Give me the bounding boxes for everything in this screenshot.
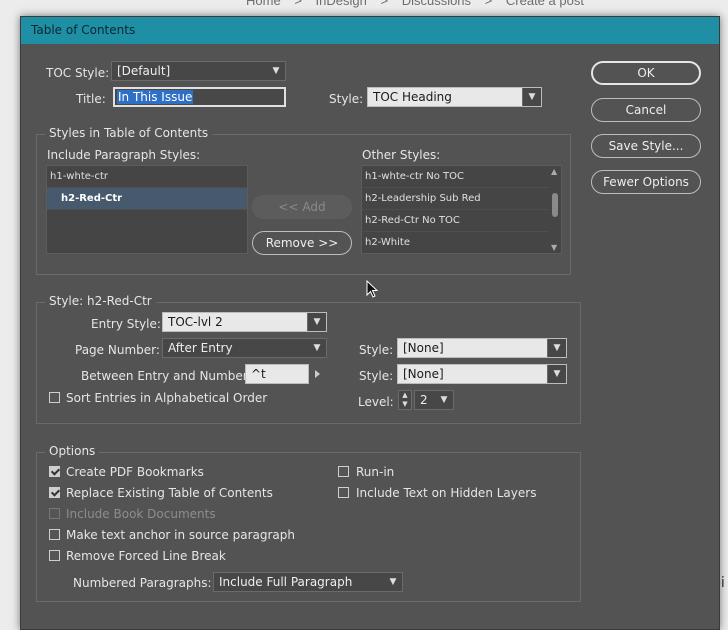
toc-style-value: [Default] (117, 64, 171, 78)
page-number-select[interactable]: After Entry ▼ (162, 338, 327, 358)
include-hidden-layers-label: Include Text on Hidden Layers (356, 486, 537, 500)
breadcrumb-indesign[interactable]: InDesign (316, 0, 367, 8)
style-group-title: Style: h2-Red-Ctr (45, 294, 156, 308)
list-item[interactable]: h1-whte-ctr (47, 166, 247, 188)
remove-button[interactable]: Remove >> (252, 231, 352, 255)
title-label: Title: (76, 92, 106, 106)
entry-style-label: Entry Style: (91, 317, 161, 331)
scroll-up-icon[interactable]: ▲ (551, 167, 557, 176)
list-item[interactable]: h2-Leadership Sub Red (362, 188, 561, 210)
entry-style-select[interactable]: TOC-lvl 2 ▼ (162, 312, 327, 332)
cancel-button[interactable]: Cancel (591, 98, 701, 122)
create-pdf-bookmarks-label: Create PDF Bookmarks (66, 465, 204, 479)
replace-existing-label: Replace Existing Table of Contents (66, 486, 273, 500)
between-style-label: Style: (359, 369, 394, 383)
between-entry-field[interactable]: ^t (245, 364, 309, 384)
page-number-style-value: [None] (403, 341, 444, 355)
level-select[interactable]: 2 ▼ (414, 390, 454, 410)
other-styles-list[interactable]: h1-whte-ctr No TOC h2-Leadership Sub Red… (361, 165, 562, 254)
between-style-value: [None] (403, 367, 444, 381)
add-button[interactable]: << Add (252, 195, 352, 219)
numbered-paragraphs-label: Numbered Paragraphs: (73, 576, 212, 590)
level-value: 2 (420, 393, 428, 407)
include-book-docs-label: Include Book Documents (66, 507, 216, 521)
chevron-down-icon: ▼ (522, 88, 541, 106)
run-in-checkbox[interactable] (338, 466, 349, 477)
save-style-button[interactable]: Save Style... (591, 134, 701, 158)
between-style-select[interactable]: [None] ▼ (397, 364, 567, 384)
replace-existing-checkbox[interactable] (49, 487, 60, 498)
level-stepper[interactable]: ▲ ▼ (398, 390, 412, 410)
other-styles-label: Other Styles: (362, 148, 441, 162)
list-item-selected[interactable]: h2-Red-Ctr (47, 188, 247, 210)
level-label: Level: (358, 395, 394, 409)
include-book-docs-checkbox[interactable] (49, 508, 60, 519)
chevron-down-icon: ▼ (389, 577, 397, 587)
breadcrumb-separator: > (380, 0, 389, 8)
title-style-label: Style: (329, 92, 364, 106)
entry-style-value: TOC-lvl 2 (168, 315, 223, 329)
between-entry-value: ^t (251, 367, 266, 381)
include-styles-list[interactable]: h1-whte-ctr h2-Red-Ctr (46, 165, 248, 254)
ok-button[interactable]: OK (591, 61, 701, 85)
list-item[interactable]: h2-Red-Ctr No TOC (362, 210, 561, 232)
list-item[interactable]: h2-White (362, 232, 561, 253)
chevron-down-icon: ▼ (440, 395, 448, 405)
include-styles-label: Include Paragraph Styles: (47, 148, 201, 162)
styles-group-title: Styles in Table of Contents (45, 126, 213, 140)
chevron-down-icon: ▼ (272, 66, 280, 76)
title-field-value: In This Issue (117, 90, 194, 104)
options-group-title: Options (45, 444, 100, 458)
title-style-select[interactable]: TOC Heading ▼ (367, 87, 542, 107)
chevron-down-icon: ▼ (547, 339, 566, 357)
include-hidden-layers-checkbox[interactable] (338, 487, 349, 498)
chevron-down-icon: ▼ (307, 313, 326, 331)
numbered-paragraphs-select[interactable]: Include Full Paragraph ▼ (213, 572, 403, 592)
toc-style-select[interactable]: [Default] ▼ (111, 61, 286, 81)
background-breadcrumb: Home > InDesign > Discussions > Create a… (246, 0, 594, 8)
breadcrumb-separator: > (484, 0, 493, 8)
breadcrumb-create-post[interactable]: Create a post (506, 0, 584, 8)
list-item[interactable]: h1-whte-ctr No TOC (362, 166, 561, 188)
title-field[interactable]: In This Issue (113, 87, 286, 107)
page-number-style-label: Style: (359, 343, 394, 357)
sort-alphabetical-label: Sort Entries in Alphabetical Order (66, 391, 268, 405)
create-pdf-bookmarks-checkbox[interactable] (49, 466, 60, 477)
run-in-label: Run-in (356, 465, 395, 479)
remove-forced-line-break-label: Remove Forced Line Break (66, 549, 226, 563)
breadcrumb-discussions[interactable]: Discussions (402, 0, 471, 8)
other-styles-scrollbar[interactable]: ▲ ▼ (549, 166, 561, 253)
title-style-value: TOC Heading (373, 90, 452, 104)
make-text-anchor-label: Make text anchor in source paragraph (66, 528, 295, 542)
numbered-paragraphs-value: Include Full Paragraph (219, 575, 353, 589)
dialog-title[interactable]: Table of Contents (21, 17, 719, 44)
scroll-down-icon[interactable]: ▼ (551, 243, 557, 252)
fewer-options-button[interactable]: Fewer Options (591, 170, 701, 194)
toc-dialog: Table of Contents TOC Style: [Default] ▼… (20, 16, 720, 630)
toc-style-label: TOC Style: (46, 66, 110, 80)
breadcrumb-home[interactable]: Home (246, 0, 281, 8)
mouse-cursor-icon (366, 280, 378, 298)
page-number-label: Page Number: (75, 343, 160, 357)
page-number-style-select[interactable]: [None] ▼ (397, 338, 567, 358)
breadcrumb-separator: > (294, 0, 302, 8)
make-text-anchor-checkbox[interactable] (49, 529, 60, 540)
between-entry-label: Between Entry and Number: (81, 369, 252, 383)
chevron-down-icon: ▼ (547, 365, 566, 383)
chevron-down-icon: ▼ (313, 343, 321, 353)
page-number-value: After Entry (168, 341, 233, 355)
scrollbar-thumb[interactable] (552, 193, 558, 217)
special-chars-arrow-icon[interactable] (315, 370, 320, 378)
sort-alphabetical-checkbox[interactable] (49, 392, 60, 403)
remove-forced-line-break-checkbox[interactable] (49, 550, 60, 561)
